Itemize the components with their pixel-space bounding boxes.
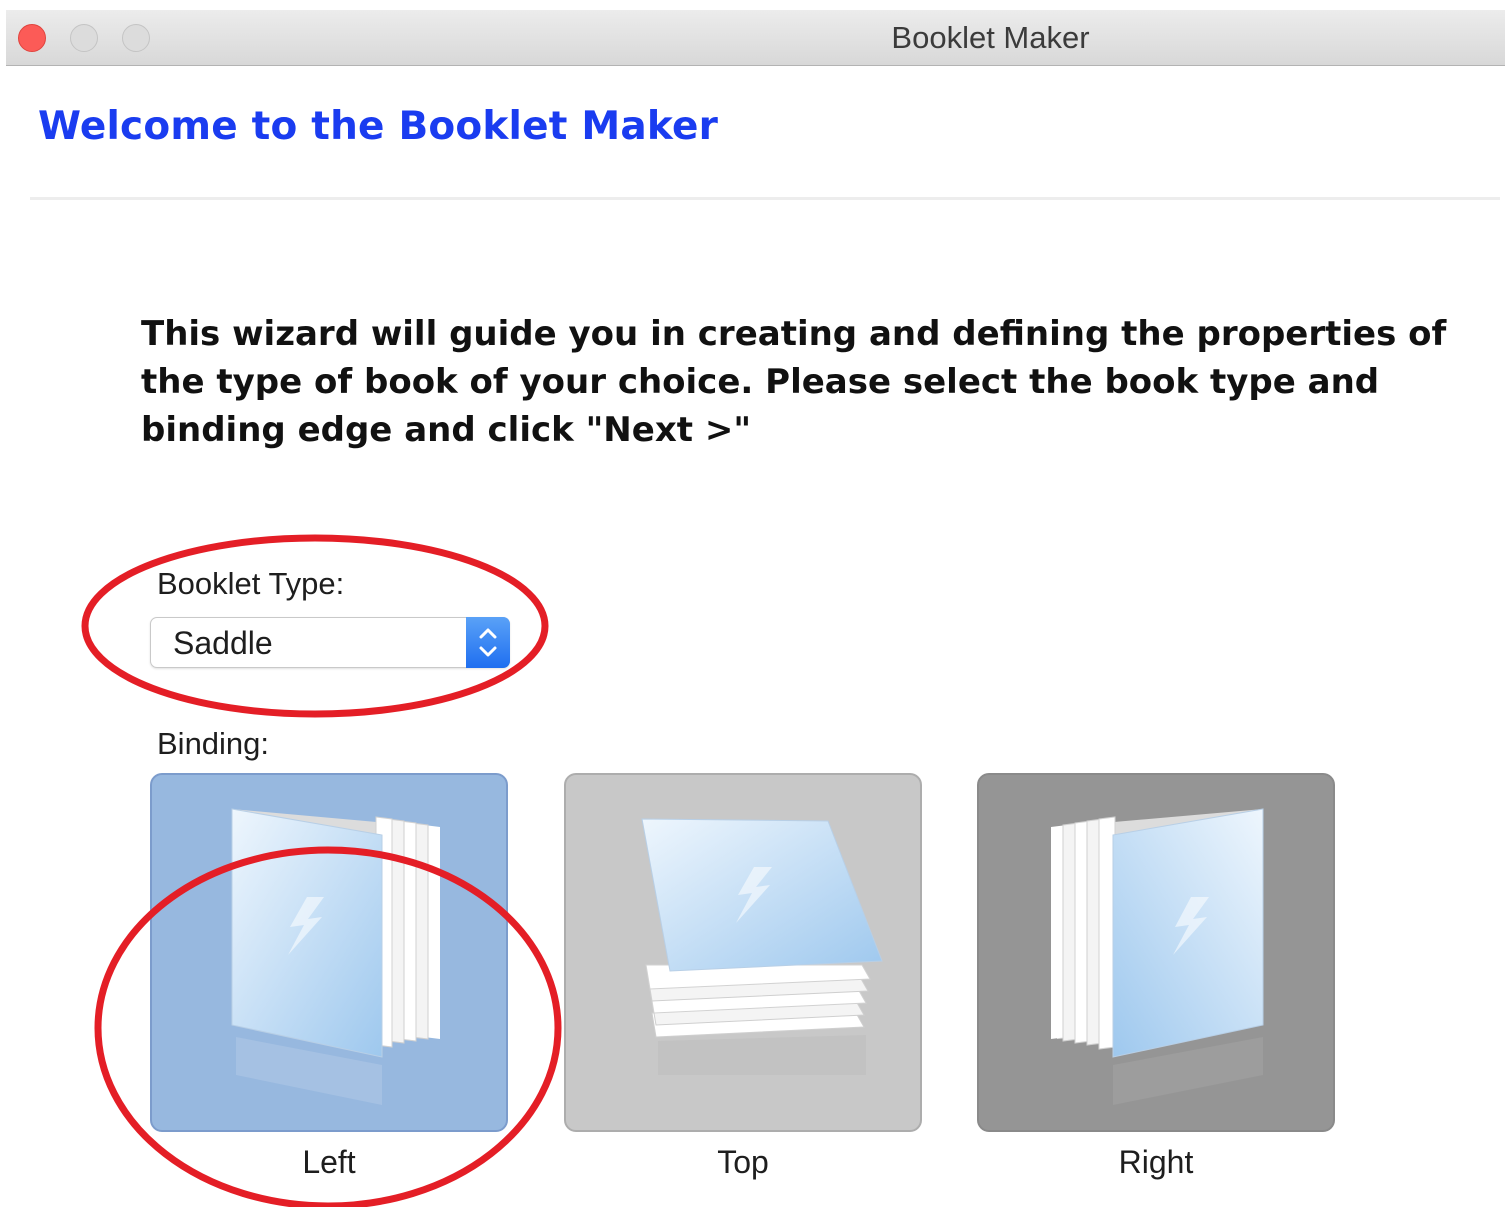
intro-text: This wizard will guide you in creating a… — [141, 314, 1447, 450]
binding-right-label: Right — [1118, 1144, 1194, 1180]
book-top-binding-icon — [641, 818, 883, 1075]
window-title: Booklet Maker — [891, 20, 1090, 55]
binding-left-label: Left — [302, 1144, 356, 1180]
booklet-type-value: Saddle — [173, 625, 273, 661]
binding-right-option[interactable] — [977, 773, 1335, 1132]
book-left-binding-icon — [231, 808, 440, 1105]
booklet-type-label: Booklet Type: — [157, 566, 345, 601]
binding-label: Binding: — [157, 726, 270, 761]
welcome-heading: Welcome to the Booklet Maker — [38, 104, 719, 149]
select-stepper-icon — [466, 617, 510, 668]
header-divider — [30, 197, 1500, 200]
binding-left-option[interactable] — [150, 773, 508, 1132]
booklet-type-select[interactable]: Saddle — [150, 617, 510, 668]
title-bar[interactable]: Booklet Maker — [6, 10, 1505, 66]
binding-top-option[interactable] — [564, 773, 922, 1132]
window-edge — [0, 0, 6, 1207]
binding-top-label: Top — [717, 1144, 769, 1180]
book-right-binding-icon — [1051, 808, 1264, 1105]
